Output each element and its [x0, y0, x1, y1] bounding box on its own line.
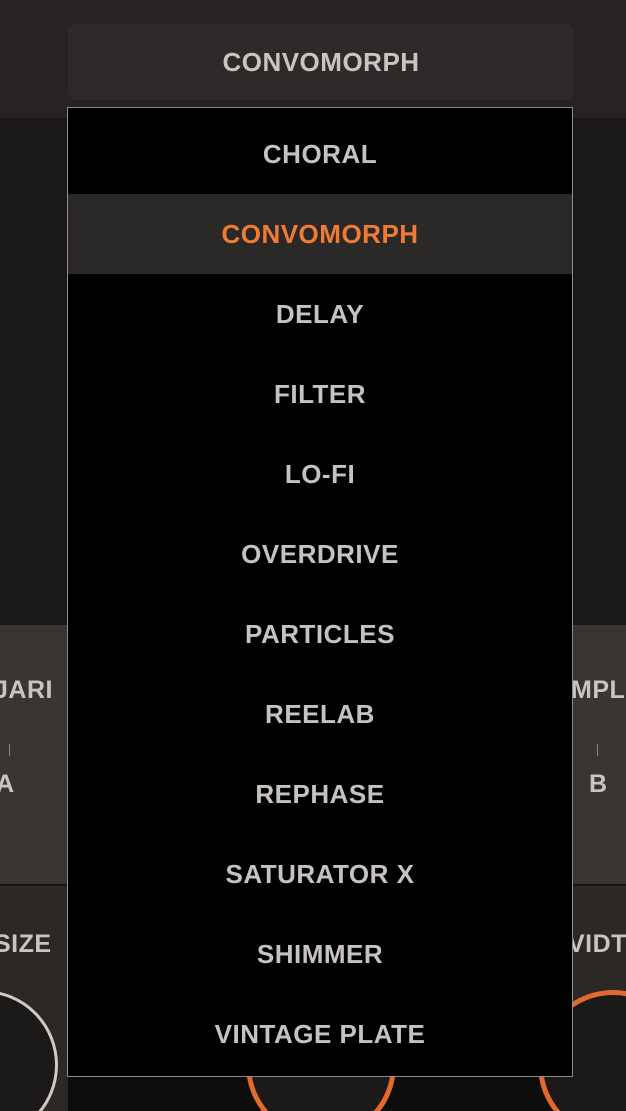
effect-type-dropdown[interactable]: CONVOMORPH — [68, 24, 574, 100]
right-panel-upper — [570, 118, 626, 628]
menu-item-filter[interactable]: FILTER — [68, 354, 572, 434]
menu-item-lo-fi[interactable]: LO-FI — [68, 434, 572, 514]
left-param-tick — [9, 744, 10, 756]
left-knob-label: SIZE — [0, 930, 52, 958]
menu-item-rephase[interactable]: REPHASE — [68, 754, 572, 834]
right-param-label: MPL — [571, 676, 626, 704]
left-panel-mid — [0, 625, 68, 885]
menu-item-convomorph[interactable]: CONVOMORPH — [68, 194, 572, 274]
left-param-value[interactable]: A — [0, 770, 15, 799]
menu-item-saturator-x[interactable]: SATURATOR X — [68, 834, 572, 914]
left-panel-upper — [0, 118, 68, 628]
right-param-value[interactable]: B — [589, 770, 608, 799]
right-knob-label: VIDT — [568, 930, 626, 958]
menu-item-vintage-plate[interactable]: VINTAGE PLATE — [68, 994, 572, 1074]
divider — [570, 884, 626, 886]
menu-item-reelab[interactable]: REELAB — [68, 674, 572, 754]
menu-item-particles[interactable]: PARTICLES — [68, 594, 572, 674]
divider — [0, 884, 68, 886]
menu-item-overdrive[interactable]: OVERDRIVE — [68, 514, 572, 594]
right-panel-mid — [570, 625, 626, 885]
menu-item-delay[interactable]: DELAY — [68, 274, 572, 354]
menu-item-choral[interactable]: CHORAL — [68, 114, 572, 194]
left-param-label: JARI — [0, 676, 53, 704]
right-param-tick — [597, 744, 598, 756]
menu-item-shimmer[interactable]: SHIMMER — [68, 914, 572, 994]
plugin-window: JARI A SIZE MPL B VIDT CONVOMORPH CHORAL… — [0, 0, 626, 1111]
effect-type-menu: CHORAL CONVOMORPH DELAY FILTER LO-FI OVE… — [67, 107, 573, 1077]
